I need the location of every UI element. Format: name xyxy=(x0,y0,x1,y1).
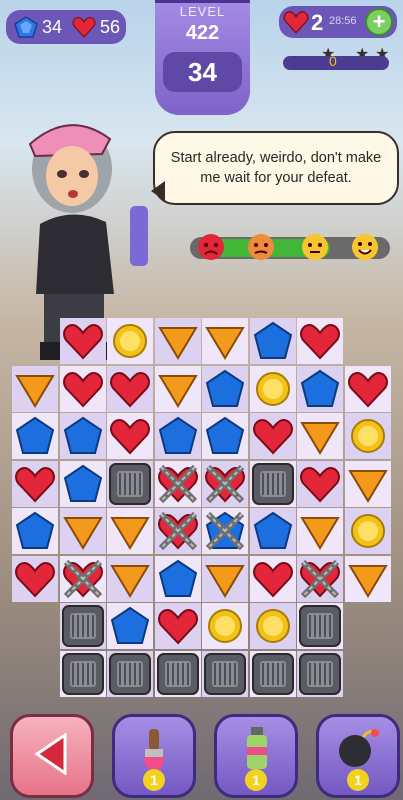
pentagon-tile[interactable] xyxy=(59,460,106,507)
pentagon-tile[interactable] xyxy=(202,365,248,412)
back-arrow-icon xyxy=(33,733,69,775)
coin-tile[interactable] xyxy=(249,603,296,649)
heart-tile[interactable] xyxy=(249,555,296,602)
cage-blocker[interactable] xyxy=(107,460,153,507)
pentagon-tile[interactable] xyxy=(107,603,153,649)
cage-blocker[interactable] xyxy=(107,650,153,697)
back-button[interactable] xyxy=(10,714,94,798)
lives-pill: 2 28:56 + xyxy=(279,6,397,38)
pentagon-tile[interactable] xyxy=(12,508,58,554)
heart-tile[interactable] xyxy=(249,413,296,459)
cage-blocker[interactable] xyxy=(297,603,343,649)
triangle-tile[interactable] xyxy=(297,508,343,554)
angry-face-icon xyxy=(196,232,226,262)
pentagon-tile[interactable] xyxy=(12,413,58,459)
heart-tile[interactable] xyxy=(107,413,153,459)
gem-icon xyxy=(14,16,38,38)
triangle-tile[interactable] xyxy=(202,555,248,602)
chained-heart-tile[interactable] xyxy=(202,460,248,507)
booster-count: 1 xyxy=(347,769,369,791)
add-lives-button[interactable]: + xyxy=(365,8,393,36)
resource-pill: 34 56 xyxy=(6,10,126,44)
bomb-icon xyxy=(333,725,381,769)
heart-tile[interactable] xyxy=(59,365,106,412)
paintbrush-icon xyxy=(131,725,177,771)
heart-count: 56 xyxy=(100,17,121,37)
coin-tile[interactable] xyxy=(344,413,391,459)
triangle-tile[interactable] xyxy=(154,318,201,364)
level-panel: LEVEL 422 34 xyxy=(155,0,250,115)
pentagon-tile[interactable] xyxy=(154,555,201,602)
paint-brush-booster[interactable]: 1 xyxy=(112,714,196,798)
bomb-booster[interactable]: 1 xyxy=(316,714,400,798)
pentagon-tile[interactable] xyxy=(59,413,106,459)
pentagon-tile[interactable] xyxy=(249,508,296,554)
coin-tile[interactable] xyxy=(249,365,296,412)
triangle-tile[interactable] xyxy=(297,413,343,459)
heart-tile[interactable] xyxy=(12,460,58,507)
chained-heart-tile[interactable] xyxy=(59,555,106,602)
gem-count: 34 xyxy=(42,17,63,37)
heart-tile[interactable] xyxy=(297,460,343,507)
cage-blocker[interactable] xyxy=(249,650,296,697)
cage-blocker[interactable] xyxy=(249,460,296,507)
cage-blocker[interactable] xyxy=(202,650,248,697)
booster-count: 1 xyxy=(245,769,267,791)
triangle-tile[interactable] xyxy=(202,318,248,364)
triangle-tile[interactable] xyxy=(344,460,391,507)
booster-count: 1 xyxy=(143,769,165,791)
pentagon-tile[interactable] xyxy=(202,413,248,459)
neutral-face-icon xyxy=(300,232,330,262)
triangle-tile[interactable] xyxy=(344,555,391,602)
triangle-tile[interactable] xyxy=(107,508,153,554)
chained-heart-tile[interactable] xyxy=(154,508,201,554)
heart-tile[interactable] xyxy=(344,365,391,412)
heart-tile[interactable] xyxy=(107,365,153,412)
speech-bubble: Start already, weirdo, don't make me wai… xyxy=(151,131,399,205)
triangle-tile[interactable] xyxy=(107,555,153,602)
top-bar: 34 56 LEVEL 422 34 2 28:56 + ★ ★ ★ 0 xyxy=(0,0,403,115)
pentagon-tile[interactable] xyxy=(249,318,296,364)
mood-meter xyxy=(190,234,390,260)
triangle-tile[interactable] xyxy=(59,508,106,554)
level-label: LEVEL xyxy=(179,4,226,19)
cage-blocker[interactable] xyxy=(59,650,106,697)
spray-can-booster[interactable]: 1 xyxy=(214,714,298,798)
score-value: 0 xyxy=(329,53,337,69)
lives-count: 2 xyxy=(311,10,324,35)
heart-tile[interactable] xyxy=(297,318,343,364)
happy-face-icon xyxy=(350,232,380,262)
moves-counter: 34 xyxy=(163,52,242,92)
star-progress: ★ ★ ★ 0 xyxy=(283,44,391,72)
triangle-tile[interactable] xyxy=(154,365,201,412)
cage-blocker[interactable] xyxy=(59,603,106,649)
life-heart-icon xyxy=(283,10,309,34)
frown-face-icon xyxy=(246,232,276,262)
cage-blocker[interactable] xyxy=(297,650,343,697)
pentagon-tile[interactable] xyxy=(154,413,201,459)
coin-tile[interactable] xyxy=(344,508,391,554)
coin-tile[interactable] xyxy=(202,603,248,649)
pentagon-tile[interactable] xyxy=(297,365,343,412)
heart-tile[interactable] xyxy=(154,603,201,649)
life-timer: 28:56 xyxy=(329,15,357,27)
coin-tile[interactable] xyxy=(107,318,153,364)
speech-text: Start already, weirdo, don't make me wai… xyxy=(170,150,382,186)
heart-icon xyxy=(72,16,96,38)
heart-tile[interactable] xyxy=(12,555,58,602)
spray-can-icon xyxy=(237,723,277,771)
cage-blocker[interactable] xyxy=(154,650,201,697)
heart-tile[interactable] xyxy=(59,318,106,364)
chained-heart-tile[interactable] xyxy=(154,460,201,507)
chained-pentagon-tile[interactable] xyxy=(202,508,248,554)
game-board xyxy=(12,318,392,705)
triangle-tile[interactable] xyxy=(12,365,58,412)
level-number: 422 xyxy=(185,22,220,44)
chained-heart-tile[interactable] xyxy=(297,555,343,602)
